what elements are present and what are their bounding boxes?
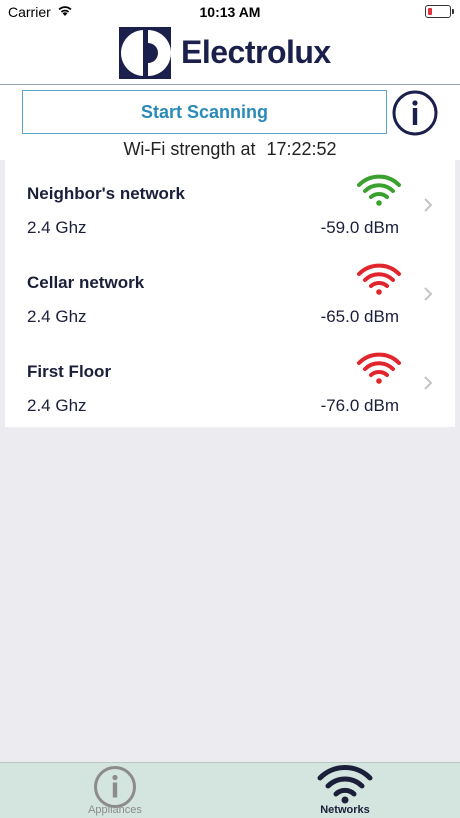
electrolux-logo-icon [119,27,171,79]
network-band: 2.4 Ghz [27,307,87,326]
tab-bar: Appliances Networks [0,762,460,818]
app-header: Electrolux [0,24,460,85]
wifi-signal-icon [357,174,401,206]
tab-label-appliances: Appliances [88,804,142,816]
status-time: 10:13 AM [199,4,261,20]
network-name: Neighbor's network [27,184,186,203]
tab-networks[interactable]: Networks [230,763,460,818]
network-row[interactable]: First Floor 2.4 Ghz -76.0 dBm [5,338,455,427]
wifi-signal-icon [357,352,401,384]
network-band: 2.4 Ghz [27,218,87,237]
info-icon[interactable] [392,90,438,136]
battery-icon [425,5,454,18]
wifi-strength-line: Wi-Fi strength at 17:22:52 [0,139,460,160]
network-row[interactable]: Cellar network 2.4 Ghz -65.0 dBm [5,249,455,338]
network-row[interactable]: Neighbor's network 2.4 Ghz -59.0 dBm [5,160,455,249]
wifi-icon [317,765,373,804]
info-icon [94,766,136,808]
network-dbm: -59.0 dBm [320,218,399,237]
brand-name: Electrolux [181,34,331,70]
start-scanning-button[interactable]: Start Scanning [22,90,387,134]
chevron-right-icon [424,198,433,212]
network-dbm: -65.0 dBm [320,307,399,326]
tab-label-networks: Networks [320,804,370,816]
tab-appliances[interactable]: Appliances [0,763,230,818]
wifi-signal-icon [357,263,401,295]
chevron-right-icon [424,376,433,390]
battery-level [428,8,432,15]
network-band: 2.4 Ghz [27,396,87,415]
network-list: Neighbor's network 2.4 Ghz -59.0 dBm Cel… [5,160,455,427]
network-name: First Floor [27,362,112,381]
chevron-right-icon [424,287,433,301]
wifi-strength-time: 17:22:52 [266,139,337,159]
network-dbm: -76.0 dBm [320,396,399,415]
status-bar: Carrier 10:13 AM [0,0,460,24]
wifi-strength-label: Wi-Fi strength at [123,139,256,159]
network-name: Cellar network [27,273,145,292]
scan-controls: Start Scanning Wi-Fi strength at 17:22:5… [0,85,460,160]
